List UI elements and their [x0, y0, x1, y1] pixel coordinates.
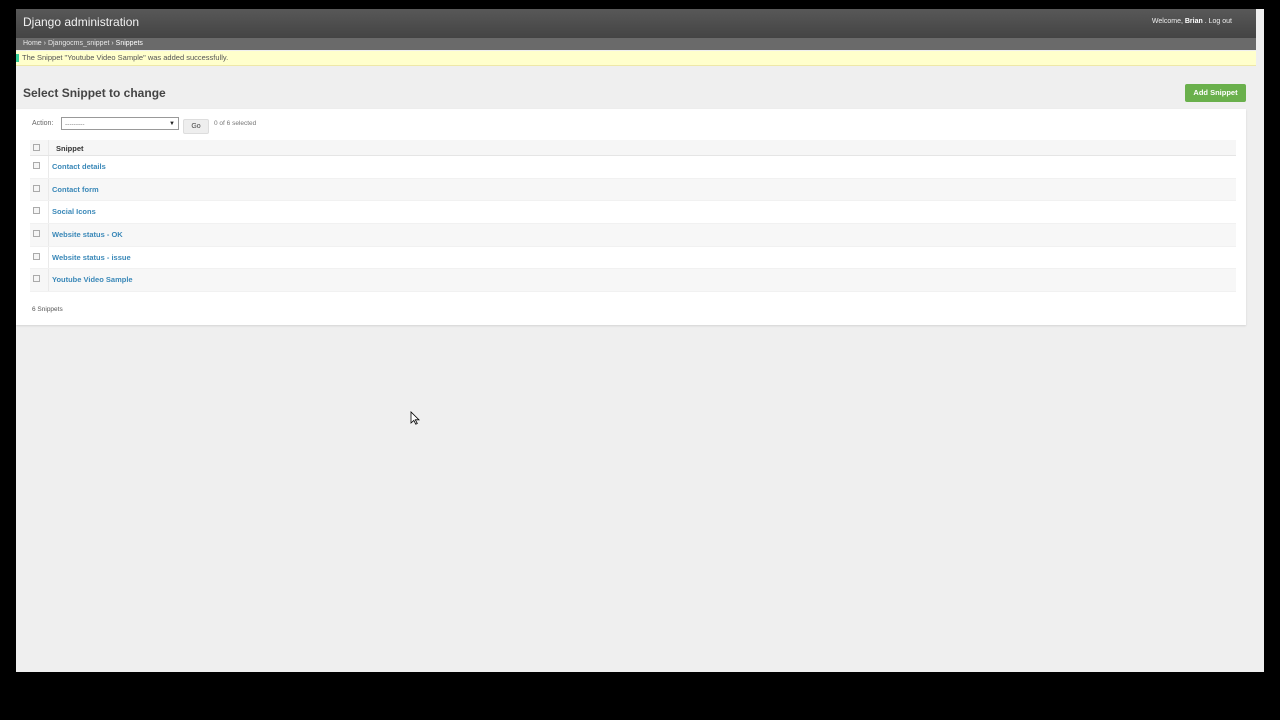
column-divider	[48, 156, 49, 178]
table-row: Social Icons	[30, 201, 1236, 225]
success-icon	[16, 54, 19, 62]
select-all-checkbox[interactable]	[33, 144, 40, 151]
welcome-text: Welcome,	[1151, 18, 1183, 25]
row-checkbox[interactable]	[33, 275, 40, 283]
mouse-cursor-icon	[410, 411, 420, 425]
table-row: Website status - issue	[30, 246, 1236, 270]
logout-link[interactable]: Log out	[1209, 18, 1232, 25]
action-select[interactable]: --------- ▼	[61, 117, 179, 130]
row-checkbox[interactable]	[33, 162, 40, 169]
table-row: Contact details	[30, 156, 1236, 179]
row-checkbox[interactable]	[33, 184, 40, 192]
go-button[interactable]: Go	[183, 119, 209, 134]
breadcrumb-divider: ›	[111, 40, 114, 47]
column-divider	[48, 201, 49, 224]
add-snippet-button[interactable]: Add Snippet	[1185, 84, 1246, 102]
row-checkbox[interactable]	[33, 207, 40, 215]
selection-counter: 0 of 6 selected	[214, 120, 257, 127]
snippet-link[interactable]: Youtube Video Sample	[52, 275, 133, 284]
column-header-snippet[interactable]: Snippet	[56, 144, 84, 153]
snippet-link[interactable]: Social Icons	[52, 207, 96, 216]
breadcrumb-app[interactable]: Djangocms_snippet	[48, 40, 109, 47]
breadcrumb-home[interactable]: Home	[23, 40, 42, 47]
success-message: The Snippet "Youtube Video Sample" was a…	[16, 51, 1256, 66]
column-divider	[48, 269, 49, 292]
column-divider	[48, 246, 49, 269]
chevron-down-icon: ▼	[169, 121, 175, 127]
column-divider	[48, 178, 49, 201]
username: Brian	[1184, 18, 1203, 25]
snippet-link[interactable]: Contact details	[52, 162, 106, 171]
snippet-link[interactable]: Website status - OK	[52, 230, 123, 239]
success-message-text: The Snippet "Youtube Video Sample" was a…	[22, 53, 229, 62]
table-row: Youtube Video Sample	[30, 269, 1236, 293]
snippet-link[interactable]: Contact form	[52, 185, 99, 194]
column-divider	[48, 224, 49, 246]
row-checkbox[interactable]	[33, 252, 40, 260]
action-select-value: ---------	[65, 121, 85, 128]
row-checkbox[interactable]	[33, 230, 40, 238]
user-tools: Welcome, Brian . Log out	[1152, 18, 1232, 25]
browser-viewport: Django administration Welcome, Brian . L…	[16, 9, 1264, 672]
user-tools-separator: .	[1204, 18, 1207, 25]
breadcrumb: Home › Djangocms_snippet › Snippets	[16, 38, 1256, 50]
action-label: Action:	[32, 120, 54, 127]
table-header-row: Snippet	[30, 140, 1236, 156]
site-branding[interactable]: Django administration	[23, 15, 139, 29]
table-row: Contact form	[30, 178, 1236, 202]
breadcrumb-current: Snippets	[115, 40, 143, 47]
paginator: 6 Snippets	[32, 306, 63, 313]
page-title: Select Snippet to change	[23, 86, 166, 100]
table-row: Website status - OK	[30, 224, 1236, 247]
result-list: Snippet Contact details Contact form Soc…	[30, 140, 1236, 293]
breadcrumb-divider: ›	[43, 40, 46, 47]
snippet-link[interactable]: Website status - issue	[52, 253, 131, 262]
column-divider	[48, 140, 49, 155]
admin-header: Django administration Welcome, Brian . L…	[16, 9, 1256, 38]
changelist-module: Action: --------- ▼ Go 0 of 6 selected S…	[16, 109, 1246, 325]
